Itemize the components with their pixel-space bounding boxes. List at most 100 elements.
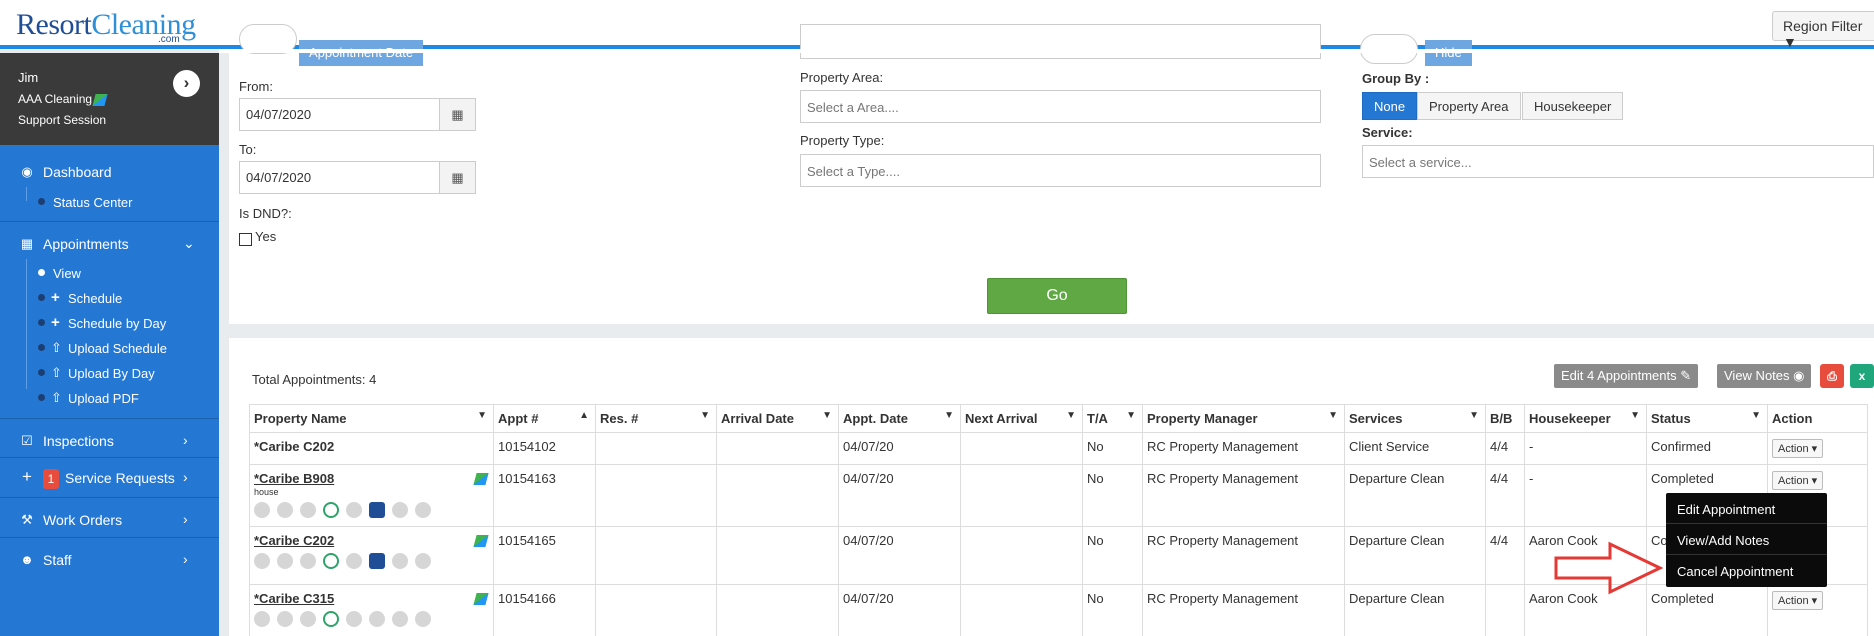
col-ta[interactable]: T/A ▼ [1082,404,1143,433]
calendar-grid-icon[interactable]: ▦ [439,99,475,130]
status-icon [346,610,362,627]
to-date-input[interactable]: 04/07/2020 ▦ [239,161,476,194]
property-link[interactable]: *Caribe B908 [254,471,334,486]
chevron-down-icon: ▼ [1126,410,1136,421]
sidebar-item-view[interactable]: View [0,260,219,288]
plus-icon: + [51,314,60,331]
action-button[interactable]: Action ▾ [1772,439,1824,458]
chevron-down-icon: ▼ [944,410,954,421]
eye-icon: ◉ [1793,368,1805,383]
dashboard-icon: ◉ [21,164,33,179]
notification-badge: 1 [43,469,59,489]
table-row: *Caribe C202 10154102 04/07/20 No RC Pro… [249,432,1868,465]
menu-item-cancel-appointment[interactable]: Cancel Appointment [1677,564,1793,579]
brand-leaf-icon [473,535,489,547]
sidebar-item-schedule-by-day[interactable]: + Schedule by Day [0,310,219,338]
property-link[interactable]: *Caribe C315 [254,591,334,606]
action-button[interactable]: Action ▾ [1772,471,1824,490]
group-by-property-area[interactable]: Property Area [1417,92,1521,120]
sidebar-item-upload-schedule[interactable]: ⇧ Upload Schedule [0,335,219,363]
service-select[interactable]: Select a service... [1362,145,1874,178]
chevron-down-icon: ▼ [1328,410,1338,421]
property-link[interactable]: *Caribe C202 [254,533,334,548]
col-arrival-date[interactable]: Arrival Date ▼ [716,404,839,433]
col-bb[interactable]: B/B [1485,404,1525,433]
action-button[interactable]: Action ▾ [1772,591,1824,610]
region-filter-button[interactable]: Region Filter ▼ [1772,11,1874,50]
status-icon [277,610,293,627]
sidebar-item-schedule[interactable]: + Schedule [0,285,219,313]
service-label: Service: [1362,125,1413,140]
sidebar-item-inspections[interactable]: ☑ Inspections › [0,424,219,458]
hide-button[interactable]: Hide [1425,40,1472,66]
appointment-date-button[interactable]: Appointment Date [299,40,424,66]
total-appointments: Total Appointments: 4 [252,372,377,387]
view-notes-button[interactable]: View Notes ◉ [1717,364,1812,388]
sidebar-item-upload-pdf[interactable]: ⇧ Upload PDF [0,385,219,413]
property-type: house [254,487,279,497]
upload-icon: ⇧ [51,365,62,380]
excel-icon[interactable]: x [1850,364,1874,388]
group-by-none[interactable]: None [1362,92,1418,120]
sidebar-item-work-orders[interactable]: ⚒ Work Orders › [0,503,219,537]
bullet-icon [38,394,45,401]
status-icon [254,552,270,569]
top-field[interactable] [800,24,1321,59]
col-next-arrival[interactable]: Next Arrival ▼ [960,404,1083,433]
status-icon [415,610,431,627]
plus-icon: + [22,467,32,486]
from-date-input[interactable]: 04/07/2020 ▦ [239,98,476,131]
status-icon [300,501,316,518]
chevron-right-icon: › [183,432,188,448]
sidebar-item-dashboard[interactable]: ◉ Dashboard [0,155,219,189]
chevron-down-icon: ▼ [1630,410,1640,421]
status-icon [415,552,431,569]
go-button[interactable]: Go [987,278,1127,314]
col-property-manager[interactable]: Property Manager ▼ [1142,404,1345,433]
filter-icon: ▼ [1783,34,1797,50]
chevron-up-icon: ▲ [579,410,589,421]
sidebar-item-staff[interactable]: ☻ Staff › [0,543,219,577]
print-icon[interactable]: ⎙ [1820,364,1844,388]
upload-icon: ⇧ [51,390,62,405]
chevron-down-icon: ▼ [1751,410,1761,421]
col-appt-date[interactable]: Appt. Date ▼ [838,404,961,433]
col-res[interactable]: Res. # ▼ [595,404,717,433]
property-area-select[interactable]: Select a Area.... [800,90,1321,123]
brand-leaf-icon [92,93,108,106]
col-services[interactable]: Services ▼ [1344,404,1486,433]
status-icon [277,552,293,569]
edit-icon: ✎ [1680,368,1692,383]
col-status[interactable]: Status ▼ [1646,404,1768,433]
chevron-right-icon[interactable]: › [173,70,200,97]
sidebar-item-service-requests[interactable]: + 1 Service Requests › [0,461,219,495]
calendar-grid-icon[interactable]: ▦ [439,162,475,193]
dnd-yes-checkbox[interactable] [239,233,252,246]
col-property-name[interactable]: Property Name ▼ [249,404,494,433]
star-icon [392,501,408,518]
sidebar-item-upload-by-day[interactable]: ⇧ Upload By Day [0,360,219,388]
menu-item-view-add-notes[interactable]: View/Add Notes [1677,533,1769,548]
col-housekeeper[interactable]: Housekeeper ▼ [1524,404,1647,433]
upload-icon: ⇧ [51,340,62,355]
col-appt[interactable]: Appt # ▲ [493,404,596,433]
user-company: AAA Cleaning [18,92,108,106]
menu-item-edit-appointment[interactable]: Edit Appointment [1677,502,1775,517]
group-by-label: Group By : [1362,71,1430,86]
checklist-icon: ☑ [21,433,33,448]
star-icon [392,552,408,569]
group-by-housekeeper[interactable]: Housekeeper [1522,92,1624,120]
edit-appointments-button[interactable]: Edit 4 Appointments ✎ [1554,364,1699,388]
star-icon [392,610,408,627]
bullet-icon [38,319,45,326]
is-dnd-label: Is DND?: [239,206,292,221]
chevron-down-icon: ⌄ [183,235,195,251]
property-type-select[interactable]: Select a Type.... [800,154,1321,187]
calendar-icon: ▦ [20,236,34,251]
chevron-down-icon: ▼ [822,410,832,421]
sidebar-item-appointments[interactable]: ▦ Appointments ⌄ [0,227,219,261]
action-dropdown-menu: Edit Appointment View/Add Notes Cancel A… [1666,493,1827,587]
sidebar-item-status-center[interactable]: Status Center [0,189,219,217]
property-area-label: Property Area: [800,70,884,85]
col-action: Action [1767,404,1868,433]
